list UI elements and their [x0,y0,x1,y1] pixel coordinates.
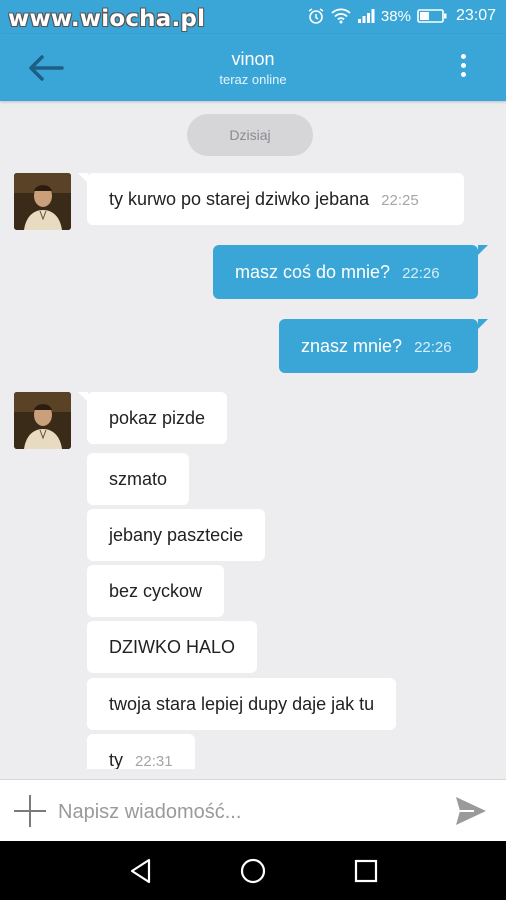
contact-status: teraz online [219,72,287,87]
message-text: twoja stara lepiej dupy daje jak tu [109,694,375,714]
nav-home-button[interactable] [238,856,268,886]
message-bubble-outgoing[interactable]: znasz mnie? 22:26 [279,319,478,373]
clock: 23:07 [455,7,496,24]
nav-back-button[interactable] [127,856,157,886]
message-text: bez cyckow [109,581,203,601]
circle-home-icon [240,858,266,884]
wifi-icon [331,8,351,24]
message-text: pokaz pizde [109,408,206,428]
date-divider: Dzisiaj [187,114,313,156]
message-bubble-incoming[interactable]: bez cyckow [87,565,225,617]
send-icon [456,797,486,825]
watermark: www.wiocha.pl [8,6,206,32]
message-text: DZIWKO HALO [109,637,236,657]
avatar-photo [14,173,71,230]
message-bubble-incoming[interactable]: ty kurwo po starej dziwko jebana 22:25 [87,173,464,225]
nav-recents-button[interactable] [351,856,381,886]
battery-icon [417,9,447,23]
message-text: znasz mnie? [301,336,403,356]
message-time: 22:26 [402,265,440,282]
message-text: ty [109,750,124,769]
chat-header: vinon teraz online [0,34,506,101]
attach-plus-icon[interactable] [14,795,46,827]
status-bar: www.wiocha.pl 38% 23:07 [0,0,506,34]
message-list[interactable]: Dzisiaj ty kurwo po starej dziwko jebana… [0,101,506,769]
bubble-tail [478,245,488,255]
menu-dot-icon [460,54,466,59]
message-bubble-outgoing[interactable]: masz coś do mnie? 22:26 [213,245,478,299]
alarm-icon [308,8,324,24]
overflow-menu-button[interactable] [458,54,468,82]
triangle-back-icon [130,858,151,884]
message-bubble-incoming[interactable]: jebany pasztecie [87,509,266,561]
signal-icon [357,9,375,23]
message-time: 22:25 [381,192,419,209]
system-navigation-bar [0,841,506,900]
message-text: ty kurwo po starej dziwko jebana [109,189,370,209]
message-bubble-incoming[interactable]: ty 22:31 [87,734,195,769]
message-bubble-incoming[interactable]: szmato [87,453,190,505]
message-bubble-incoming[interactable]: pokaz pizde [87,392,228,444]
message-time: 22:26 [414,339,452,356]
message-time: 22:31 [135,753,173,769]
message-composer [0,779,506,842]
message-text: masz coś do mnie? [235,262,391,282]
menu-dot-icon [460,72,466,77]
avatar[interactable] [14,173,71,230]
send-button[interactable] [454,795,488,827]
menu-dot-icon [460,63,466,68]
message-bubble-incoming[interactable]: DZIWKO HALO [87,621,258,673]
bubble-tail [478,319,488,329]
square-recents-icon [354,859,378,883]
avatar[interactable] [14,392,71,449]
message-text: szmato [109,469,168,489]
contact-name: vinon [231,49,275,69]
avatar-photo [14,392,71,449]
battery-percent: 38% [380,7,411,25]
status-icons: 38% 23:07 [307,7,496,25]
message-input[interactable] [56,794,440,830]
message-bubble-incoming[interactable]: twoja stara lepiej dupy daje jak tu [87,678,397,730]
message-text: jebany pasztecie [109,525,244,545]
